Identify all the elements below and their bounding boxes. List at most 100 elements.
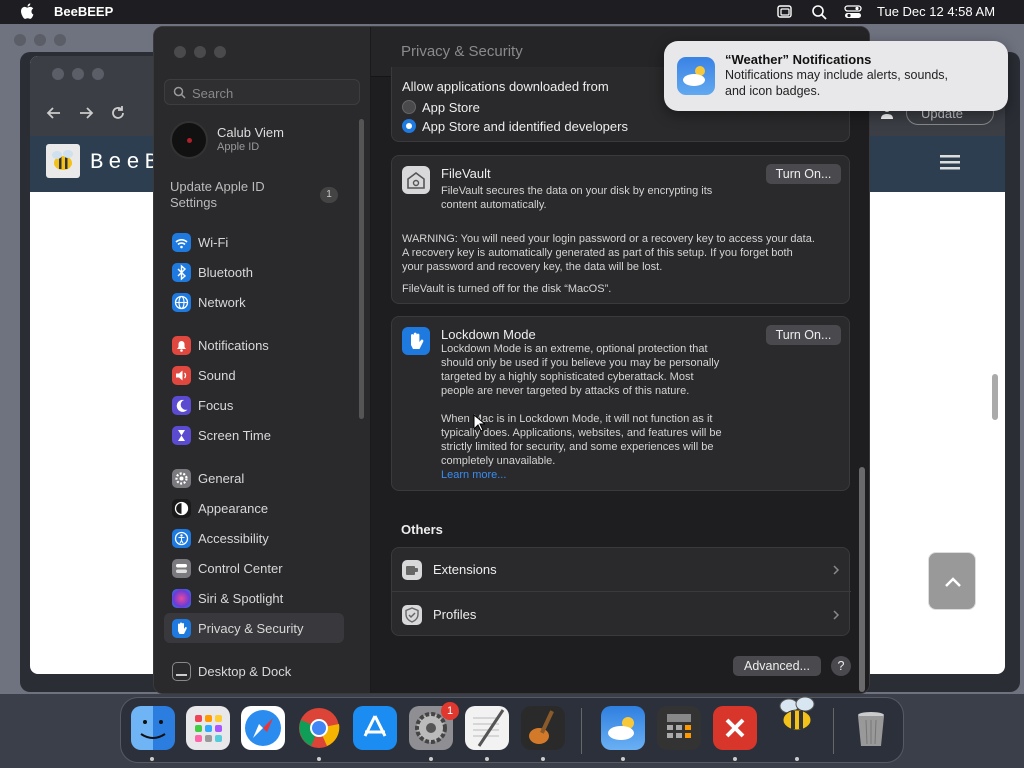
sidebar-item-sound[interactable]: Sound [164,360,344,390]
advanced-button[interactable]: Advanced... [733,656,821,676]
button-label: Turn On... [775,328,832,342]
reload-icon[interactable] [110,105,126,121]
spotlight-search-icon[interactable] [811,4,829,20]
filevault-status: FileVault is turned off for the disk “Ma… [402,283,612,295]
chrome-icon[interactable] [297,706,341,750]
beebeep-logo [46,144,80,178]
sidebar-item-accessibility[interactable]: Accessibility [164,523,344,553]
window-minimize-button[interactable] [34,34,46,46]
lockdown-turn-on-button[interactable]: Turn On... [766,325,841,345]
sidebar-item-control-center[interactable]: Control Center [164,553,344,583]
dock-divider [581,708,582,754]
settings-zoom-button[interactable] [214,46,226,58]
back-arrow-icon[interactable] [46,106,62,120]
launchpad-icon[interactable] [186,706,230,750]
account-name: Calub Viem [217,125,284,140]
hand-icon [402,327,430,355]
settings-minimize-button[interactable] [194,46,206,58]
browser-scrollbar[interactable] [992,374,998,420]
filevault-description: FileVault secures the data on your disk … [441,185,713,211]
extensions-icon [402,560,422,580]
update-apple-id-label: Update Apple ID Settings [170,179,265,210]
textedit-icon[interactable] [465,706,509,750]
sidebar-item-privacy-security[interactable]: Privacy & Security [164,613,344,643]
beebeep-icon[interactable] [773,692,817,736]
browser-zoom-button[interactable] [92,68,104,80]
trash-icon[interactable] [849,706,893,750]
speaker-icon [172,366,191,385]
weather-notification[interactable]: “Weather” Notifications Notifications ma… [664,41,1008,111]
siri-icon [172,589,191,608]
apple-id-account[interactable]: Calub Viem Apple ID [170,119,350,161]
filevault-turn-on-button[interactable]: Turn On... [766,164,841,184]
weather-icon[interactable] [601,706,645,750]
dock: 1 [120,696,904,763]
garageband-icon[interactable] [521,706,565,750]
window-zoom-button[interactable] [54,34,66,46]
browser-minimize-button[interactable] [72,68,84,80]
radio-app-store[interactable] [402,100,416,114]
sidebar-item-general[interactable]: General [164,463,344,493]
sidebar-item-label: Focus [198,398,234,413]
sidebar-item-network[interactable]: Network [164,287,344,317]
finder-icon[interactable] [131,706,175,750]
browser-close-button[interactable] [52,68,64,80]
sidebar-item-appearance[interactable]: Appearance [164,493,344,523]
remote-desktop-icon[interactable] [713,706,757,750]
forward-arrow-icon[interactable] [78,106,94,120]
wifi-icon [172,233,191,252]
hand-icon [172,619,191,638]
extensions-row[interactable]: Extensions [392,548,851,592]
chevron-right-icon [833,610,840,620]
help-button[interactable]: ? [831,656,851,676]
sidebar-item-bluetooth[interactable]: Bluetooth [164,257,344,287]
safari-icon[interactable] [241,706,285,750]
radio-label: App Store [422,100,480,115]
sidebar-scrollbar[interactable] [359,119,364,419]
profiles-checkmark-icon [402,605,422,625]
app-store-icon[interactable] [353,706,397,750]
hamburger-menu-icon[interactable] [940,154,960,170]
radio-identified-developers[interactable] [402,119,416,133]
sidebar-item-siri-spotlight[interactable]: Siri & Spotlight [164,583,344,613]
search-icon [173,86,186,99]
control-center-icon[interactable] [844,4,862,20]
hourglass-icon [172,426,191,445]
sidebar-item-wifi[interactable]: Wi-Fi [164,227,344,257]
dock-running-indicator [429,757,433,761]
weather-app-icon [677,57,715,95]
update-apple-id-item[interactable]: Update Apple ID Settings 1 [170,179,350,213]
lockdown-title: Lockdown Mode [441,327,536,342]
notification-body: Notifications may include alerts, sounds… [725,68,949,82]
calculator-icon[interactable] [657,706,701,750]
privacy-security-pane: Privacy & Security Allow applications do… [371,27,869,693]
sidebar-item-label: Screen Time [198,428,271,443]
pane-scrollbar[interactable] [859,467,865,692]
sidebar-item-desktop-dock[interactable]: Desktop & Dock [164,656,344,686]
sidebar-item-label: Privacy & Security [198,621,304,636]
sidebar-item-notifications[interactable]: Notifications [164,330,344,360]
app-name[interactable]: BeeBEEP [54,4,113,19]
window-close-button[interactable] [14,34,26,46]
dock-divider [833,708,834,754]
settings-close-button[interactable] [174,46,186,58]
dock-running-indicator [150,757,154,761]
mouse-cursor-icon [473,414,485,432]
profiles-row[interactable]: Profiles [392,593,851,637]
learn-more-link[interactable]: Learn more... [441,468,506,482]
filevault-warning-line: your password and recovery key, the data… [402,261,663,273]
menu-clock[interactable]: Tue Dec 12 4:58 AM [877,4,995,19]
settings-notification-badge: 1 [441,702,459,720]
notification-body: and icon badges. [725,84,821,98]
sidebar-item-label: Siri & Spotlight [198,591,284,606]
lockdown-text-line: completely unavailable. [441,455,556,467]
apple-menu-icon[interactable] [20,3,34,19]
sidebar-item-label: Network [198,295,246,310]
scroll-to-top-button[interactable] [928,552,976,610]
search-field[interactable]: Search [164,79,360,105]
accessibility-icon [172,529,191,548]
sidebar-item-screen-time[interactable]: Screen Time [164,420,344,450]
system-settings-window: Search Calub Viem Apple ID Update Apple … [153,26,870,694]
sidebar-item-focus[interactable]: Focus [164,390,344,420]
window-switch-icon[interactable] [776,4,794,20]
